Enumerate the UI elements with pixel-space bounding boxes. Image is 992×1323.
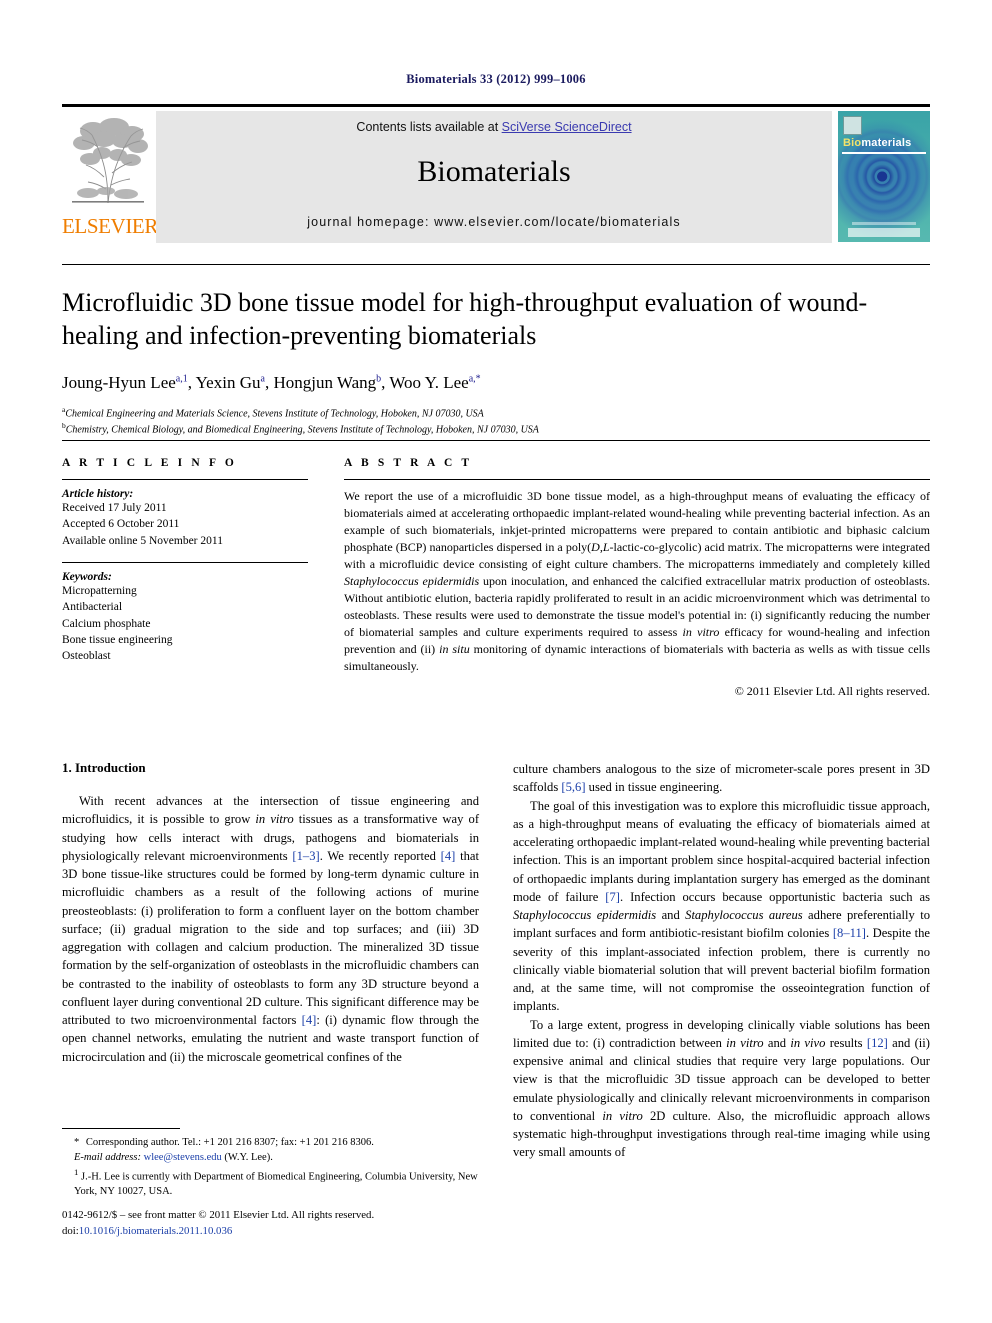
article-history-item: Accepted 6 October 2011 xyxy=(62,518,180,531)
body-column-right: culture chambers analogous to the size o… xyxy=(513,760,930,1162)
citation-reference[interactable]: [1–3] xyxy=(292,849,319,863)
citation-reference[interactable]: [5,6] xyxy=(561,780,585,794)
email-link[interactable]: wlee@stevens.edu xyxy=(144,1152,222,1163)
footnote-divider xyxy=(62,1128,180,1129)
keyword-item: Bone tissue engineering xyxy=(62,633,173,646)
author-name: Yexin Gu xyxy=(195,372,261,392)
affiliation-list: aChemical Engineering and Materials Scie… xyxy=(62,405,930,439)
emphasis: in vivo xyxy=(790,1035,826,1050)
article-history-label: Article history: xyxy=(62,488,134,500)
body-column-left: 1. Introduction With recent advances at … xyxy=(62,760,480,1197)
emphasis: in vitro xyxy=(602,1108,643,1123)
keyword-item: Micropatterning xyxy=(62,584,137,597)
footnote-present-address: 1 J.-H. Lee is currently with Department… xyxy=(74,1166,478,1198)
emphasis: in vitro xyxy=(726,1035,764,1050)
intro-paragraph-1-cont: culture chambers analogous to the size o… xyxy=(513,762,930,795)
affiliation: aChemical Engineering and Materials Scie… xyxy=(62,404,484,419)
author-affiliation-marker: a xyxy=(260,372,265,384)
info-abstract-block: A R T I C L E I N F O Article history: R… xyxy=(62,440,930,699)
contents-prefix: Contents lists available at xyxy=(356,120,502,134)
journal-homepage-line[interactable]: journal homepage: www.elsevier.com/locat… xyxy=(156,215,832,229)
author-name: Hongjun Wang xyxy=(273,372,377,392)
elsevier-wordmark: ELSEVIER xyxy=(62,214,158,238)
author-affiliation-marker: a,1 xyxy=(175,372,188,384)
body-columns: 1. Introduction With recent advances at … xyxy=(62,760,930,1230)
footnote-corresponding-author: * Corresponding author. Tel.: +1 201 216… xyxy=(74,1137,374,1163)
cover-title: Biomaterials xyxy=(843,137,911,149)
intro-paragraph-2: The goal of this investigation was to ex… xyxy=(513,798,930,1014)
running-head: Biomaterials 33 (2012) 999–1006 xyxy=(406,72,586,86)
journal-cover-image: Biomaterials xyxy=(838,111,930,242)
sciencedirect-link[interactable]: SciVerse ScienceDirect xyxy=(502,120,632,134)
keywords-divider xyxy=(62,561,308,563)
author-name: Woo Y. Lee xyxy=(389,372,469,392)
keyword-item: Osteoblast xyxy=(62,650,111,663)
intro-paragraph-3: To a large extent, progress in developin… xyxy=(513,1017,931,1160)
citation-reference[interactable]: [12] xyxy=(867,1036,888,1050)
author-affiliation-marker: a,* xyxy=(468,372,481,384)
abstract-column: A B S T R A C T We report the use of a m… xyxy=(332,457,930,699)
emphasis: Staphylococcus epidermidis xyxy=(344,574,480,589)
page-title: Microfluidic 3D bone tissue model for hi… xyxy=(62,288,868,350)
abstract-copyright: © 2011 Elsevier Ltd. All rights reserved… xyxy=(734,684,930,699)
author-name: Joung-Hyun Lee xyxy=(62,372,176,392)
footnote-marker: * xyxy=(74,1137,80,1148)
cover-footbar xyxy=(848,228,920,237)
citation-reference[interactable]: [4] xyxy=(302,1013,317,1027)
emphasis: D,L xyxy=(591,540,610,555)
imprint-doi-line: doi:10.1016/j.biomaterials.2011.10.036 xyxy=(62,1224,502,1240)
author-affiliation-marker: b xyxy=(376,372,382,384)
elsevier-logo: ELSEVIER xyxy=(62,111,158,243)
journal-article-page: Biomaterials 33 (2012) 999–1006 ELSEVIER… xyxy=(0,0,992,1323)
emphasis: in vitro xyxy=(255,812,294,827)
journal-cover-block: Biomaterials xyxy=(834,111,930,243)
article-info-divider xyxy=(62,479,308,480)
doi-link[interactable]: 10.1016/j.biomaterials.2011.10.036 xyxy=(79,1225,232,1237)
emphasis: in vitro xyxy=(682,625,720,640)
citation-reference[interactable]: [4] xyxy=(441,849,456,863)
emphasis: Staphylococcus epidermidis xyxy=(513,908,657,922)
contents-line: Contents lists available at SciVerse Sci… xyxy=(156,120,832,134)
keywords-list: Micropatterning Antibacterial Calcium phos… xyxy=(62,583,308,665)
author-list: Joung-Hyun Leea,1, Yexin Gua, Hongjun Wa… xyxy=(62,372,481,392)
journal-band: Contents lists available at SciVerse Sci… xyxy=(156,111,834,243)
article-history-list: Received 17 July 2011 Accepted 6 October … xyxy=(62,500,308,549)
affiliation: bChemistry, Chemical Biology, and Biomed… xyxy=(62,421,539,436)
footnote-marker: 1 xyxy=(74,1166,79,1177)
cover-title-materials: materials xyxy=(861,137,912,149)
footnote-block: * Corresponding author. Tel.: +1 201 216… xyxy=(62,1128,479,1200)
journal-name: Biomaterials xyxy=(417,155,571,188)
imprint-block: 0142-9612/$ – see front matter © 2011 El… xyxy=(62,1208,502,1239)
section-title-introduction: 1. Introduction xyxy=(62,760,146,775)
keyword-item: Calcium phosphate xyxy=(62,617,151,630)
article-history-item: Available online 5 November 2011 xyxy=(62,534,223,547)
elsevier-tree-icon xyxy=(68,115,148,207)
emphasis: in situ xyxy=(439,642,470,657)
citation-reference[interactable]: [8–11] xyxy=(833,926,866,940)
citation-reference[interactable]: [7] xyxy=(605,890,620,904)
emphasis: Staphylococcus aureus xyxy=(685,908,803,922)
cover-rule xyxy=(842,152,926,154)
article-history-item: Received 17 July 2011 xyxy=(62,502,167,514)
email-label: E-mail address: xyxy=(74,1151,141,1163)
cover-footline xyxy=(852,222,916,225)
keyword-item: Antibacterial xyxy=(62,601,123,614)
title-block: Microfluidic 3D bone tissue model for hi… xyxy=(62,264,930,438)
journal-masthead: ELSEVIER Contents lists available at Sci… xyxy=(62,104,930,243)
abstract-text: We report the use of a microfluidic 3D b… xyxy=(344,489,930,674)
keywords-label: Keywords: xyxy=(62,570,112,583)
cover-title-bio: Bio xyxy=(843,137,862,149)
imprint-issn-line: 0142-9612/$ – see front matter © 2011 El… xyxy=(62,1209,375,1221)
intro-paragraph-1: With recent advances at the intersection… xyxy=(62,794,480,1064)
article-info-heading: A R T I C L E I N F O xyxy=(62,457,237,469)
cover-publisher-icon xyxy=(843,116,862,135)
article-info-column: A R T I C L E I N F O Article history: R… xyxy=(62,457,332,699)
doi-prefix: doi: xyxy=(62,1224,79,1237)
abstract-heading: A B S T R A C T xyxy=(344,457,473,469)
abstract-divider xyxy=(344,479,930,480)
